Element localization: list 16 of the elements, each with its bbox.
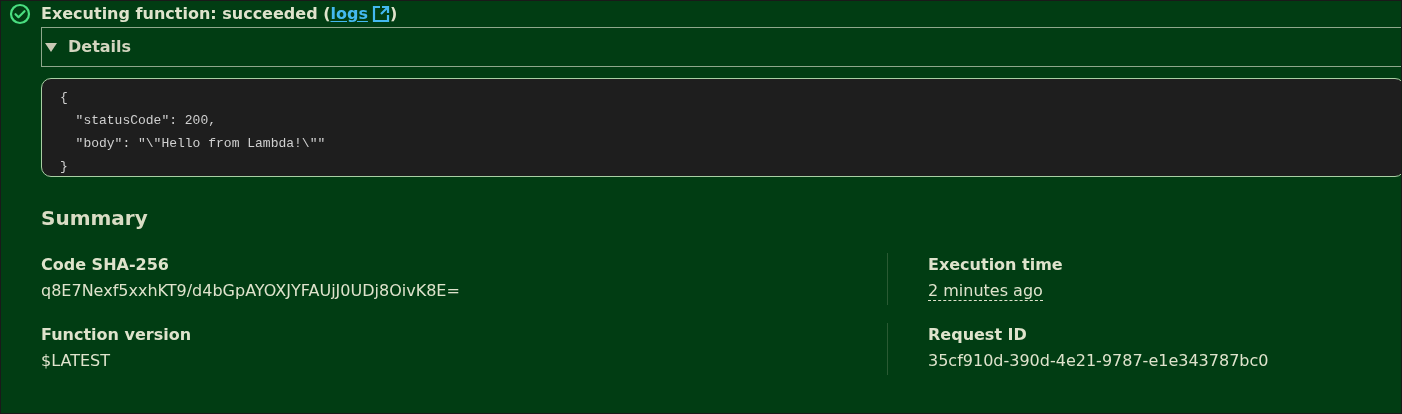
logs-link[interactable]: logs [330, 2, 390, 26]
status-text-end: ) [389, 3, 398, 25]
details-toggle[interactable]: Details [41, 27, 1401, 67]
external-link-icon [371, 5, 390, 23]
field-value: q8E7Nexf5xxhKT9/d4bGpAYOXJYFAUjJ0UDj8OivK8E= [41, 280, 461, 302]
field-label: Code SHA-256 [41, 254, 170, 276]
field-value: $LATEST [41, 350, 111, 372]
field-label: Request ID [928, 324, 1028, 346]
status-text: Executing function: succeeded ( [41, 3, 331, 25]
relative-time: 2 minutes ago [928, 281, 1043, 301]
summary-heading: Summary [41, 205, 149, 232]
caret-icon [44, 40, 58, 54]
field-label: Function version [41, 324, 193, 346]
code-block: { "statusCode": 200, "body": "\"Hello from Lambda!\"" } [41, 78, 1401, 177]
field-value: 35cf910d-390d-4e21-9787-e1e343787bc0 [928, 350, 1270, 372]
field-label: Execution time [928, 254, 1064, 276]
